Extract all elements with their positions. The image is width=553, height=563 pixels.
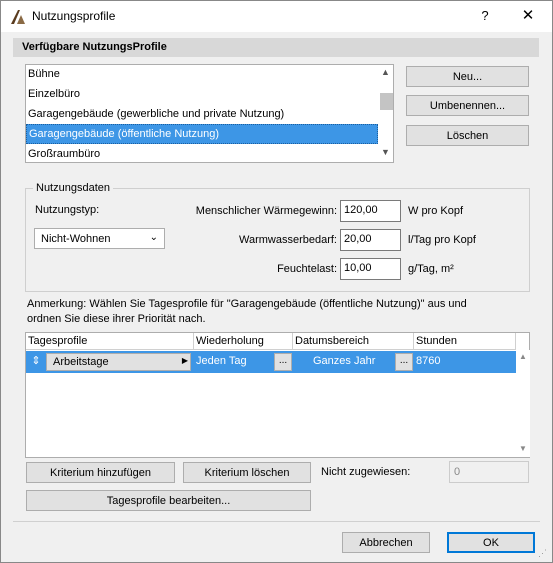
dialog-window: Nutzungsprofile ? ✕ Verfügbare NutzungsP…	[0, 0, 553, 563]
cancel-button[interactable]: Abbrechen	[342, 532, 430, 553]
heat-gain-unit: W pro Kopf	[408, 205, 464, 217]
column-header-repeat[interactable]: Wiederholung	[194, 333, 293, 350]
heat-gain-label: Menschlicher Wärmegewinn:	[195, 205, 337, 217]
column-header-date-range[interactable]: Datumsbereich	[293, 333, 414, 350]
column-header-hours[interactable]: Stunden	[414, 333, 516, 350]
help-button[interactable]: ?	[473, 6, 497, 26]
scroll-thumb[interactable]	[380, 93, 393, 110]
profiles-section-header: Verfügbare NutzungsProfile	[13, 38, 539, 57]
table-row[interactable]: ⇕ Arbeitstage ▶ Jeden Tag ... Ganzes Jah…	[26, 351, 516, 373]
moisture-label: Feuchtelast:	[277, 263, 337, 275]
heat-gain-field[interactable]: 120,00	[340, 200, 401, 222]
remove-criterion-button[interactable]: Kriterium löschen	[183, 462, 311, 483]
date-range-cell[interactable]: Ganzes Jahr	[313, 355, 375, 367]
profiles-listbox[interactable]: Bühne Einzelbüro Garagengebäude (gewerbl…	[25, 64, 394, 163]
hot-water-unit: l/Tag pro Kopf	[408, 234, 476, 246]
usage-type-value: Nicht-Wohnen	[41, 233, 111, 245]
title-bar: Nutzungsprofile ? ✕	[1, 1, 552, 32]
scroll-up-icon[interactable]: ▲	[378, 67, 393, 81]
hours-cell: 8760	[416, 355, 441, 367]
usage-data-title: Nutzungsdaten	[33, 182, 113, 194]
day-profile-value: Arbeitstage	[53, 356, 109, 368]
day-profile-combo[interactable]: Arbeitstage ▶	[46, 353, 191, 371]
repeat-edit-button[interactable]: ...	[274, 353, 292, 371]
unassigned-field: 0	[449, 461, 529, 483]
date-range-edit-button[interactable]: ...	[395, 353, 413, 371]
scroll-down-icon[interactable]: ▼	[378, 147, 393, 161]
schedule-table: Tagesprofile Wiederholung Datumsbereich …	[25, 332, 530, 458]
column-header-profiles[interactable]: Tagesprofile	[26, 333, 194, 350]
delete-profile-button[interactable]: Löschen	[406, 125, 529, 146]
rename-profile-button[interactable]: Umbenennen...	[406, 95, 529, 116]
usage-type-label: Nutzungstyp:	[35, 204, 100, 216]
scroll-up-icon[interactable]: ▲	[516, 352, 530, 361]
new-profile-button[interactable]: Neu...	[406, 66, 529, 87]
usage-type-select[interactable]: Nicht-Wohnen ⌄	[34, 228, 165, 249]
list-item[interactable]: Großraumbüro	[26, 145, 378, 162]
reorder-arrows-icon[interactable]: ⇕	[28, 354, 44, 370]
add-criterion-button[interactable]: Kriterium hinzufügen	[26, 462, 175, 483]
footer-divider	[13, 521, 540, 522]
repeat-cell[interactable]: Jeden Tag	[196, 355, 247, 367]
profile-note: Anmerkung: Wählen Sie Tagesprofile für "…	[27, 297, 527, 327]
note-line-1: Anmerkung: Wählen Sie Tagesprofile für "…	[27, 298, 467, 310]
moisture-field[interactable]: 10,00	[340, 258, 401, 280]
list-item-selected[interactable]: Garagengebäude (öffentliche Nutzung)	[26, 124, 378, 144]
edit-day-profiles-button[interactable]: Tagesprofile bearbeiten...	[26, 490, 311, 511]
scroll-down-icon[interactable]: ▼	[516, 444, 530, 453]
resize-grip-icon[interactable]: ⋰	[538, 548, 550, 560]
note-line-2: ordnen Sie diese ihrer Priorität nach.	[27, 313, 206, 325]
profiles-scrollbar[interactable]: ▲ ▼	[378, 65, 393, 162]
ok-button[interactable]: OK	[447, 532, 535, 553]
window-title: Nutzungsprofile	[32, 9, 116, 23]
hot-water-label: Warmwasserbedarf:	[238, 234, 337, 246]
unassigned-label: Nicht zugewiesen:	[321, 466, 411, 478]
app-logo-icon	[11, 10, 25, 24]
list-item[interactable]: Garagengebäude (gewerbliche und private …	[26, 105, 378, 125]
triangle-right-icon: ▶	[181, 356, 188, 365]
table-scrollbar[interactable]: ▲ ▼	[516, 350, 530, 457]
moisture-unit: g/Tag, m²	[408, 263, 454, 275]
list-item[interactable]: Einzelbüro	[26, 85, 378, 105]
close-button[interactable]: ✕	[516, 6, 540, 26]
hot-water-field[interactable]: 20,00	[340, 229, 401, 251]
list-item[interactable]: Bühne	[26, 65, 378, 85]
